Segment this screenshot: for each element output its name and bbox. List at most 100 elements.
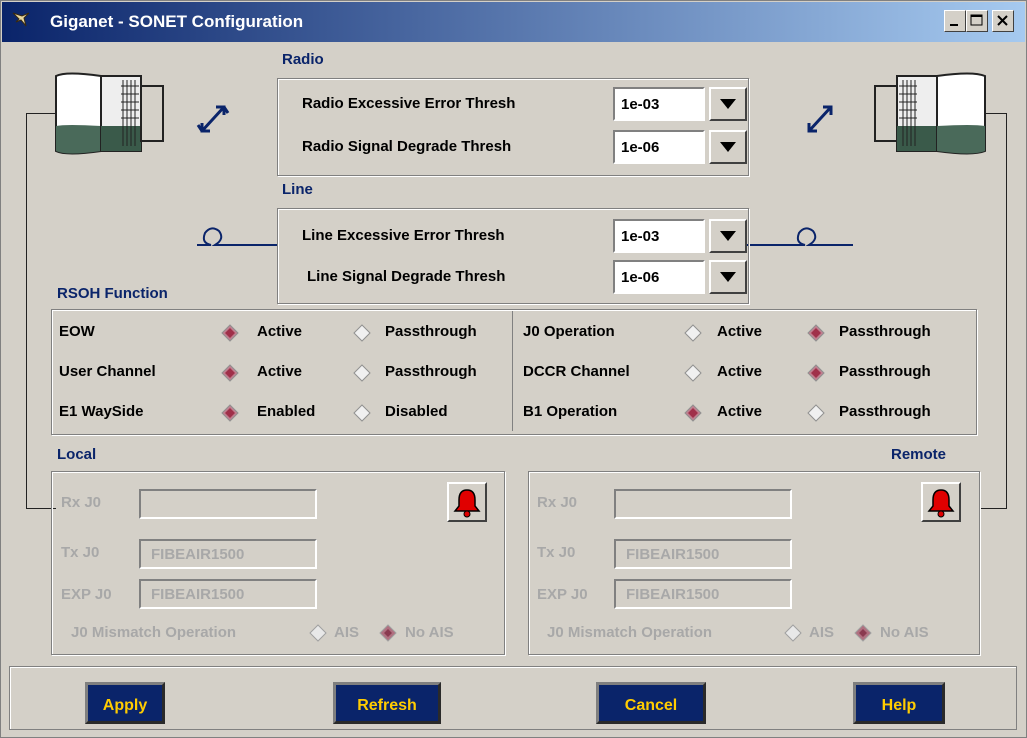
remote-alarm-button[interactable] bbox=[921, 482, 961, 522]
select-value: 1e-03 bbox=[613, 219, 705, 253]
remote-section-title: Remote bbox=[891, 446, 947, 463]
app-icon bbox=[12, 12, 30, 27]
line-excessive-error-label: Line Excessive Error Thresh bbox=[302, 227, 505, 244]
apply-button[interactable]: Apply bbox=[85, 682, 165, 724]
rsoh-option-label: Disabled bbox=[385, 403, 448, 420]
rsoh-option-radio[interactable] bbox=[684, 364, 702, 382]
line-signal-degrade-select[interactable]: 1e-06 bbox=[613, 260, 747, 294]
local-ais-radio[interactable] bbox=[309, 624, 327, 642]
rsoh-option-label: Active bbox=[257, 323, 303, 340]
remote-tx-j0-field[interactable]: FIBEAIR1500 bbox=[614, 539, 792, 569]
remote-exp-j0-field[interactable]: FIBEAIR1500 bbox=[614, 579, 792, 609]
rsoh-option-label: Enabled bbox=[257, 403, 316, 420]
remote-tx-j0-label: Tx J0 bbox=[537, 544, 576, 561]
local-exp-j0-label: EXP J0 bbox=[61, 586, 112, 603]
remote-rx-j0-label: Rx J0 bbox=[537, 494, 578, 511]
rsoh-option-radio[interactable] bbox=[353, 404, 371, 422]
rsoh-row-label: DCCR Channel bbox=[523, 363, 630, 380]
bell-icon bbox=[453, 489, 481, 518]
rsoh-option-radio[interactable] bbox=[221, 404, 239, 422]
rsoh-option-label: Passthrough bbox=[839, 363, 931, 380]
fiber-loop-icon bbox=[745, 227, 853, 246]
chevron-down-icon bbox=[720, 99, 736, 109]
window-title: Giganet - SONET Configuration bbox=[50, 12, 304, 31]
dropdown-button[interactable] bbox=[709, 260, 747, 294]
dropdown-button[interactable] bbox=[709, 219, 747, 253]
rsoh-section-title: RSOH Function bbox=[57, 285, 168, 302]
local-j0-mismatch-label: J0 Mismatch Operation bbox=[71, 624, 237, 641]
local-antenna-icon bbox=[55, 72, 164, 155]
close-icon bbox=[997, 15, 1008, 26]
line-excessive-error-select[interactable]: 1e-03 bbox=[613, 219, 747, 253]
remote-connector-line bbox=[1006, 113, 1007, 509]
window: Giganet - SONET Configuration Radio Radi… bbox=[0, 0, 1027, 738]
maximize-button[interactable] bbox=[966, 10, 988, 32]
local-tx-j0-field[interactable]: FIBEAIR1500 bbox=[139, 539, 317, 569]
radio-section-title: Radio bbox=[282, 51, 324, 68]
chevron-down-icon bbox=[720, 272, 736, 282]
rsoh-option-radio[interactable] bbox=[807, 364, 825, 382]
radio-link-icon bbox=[196, 105, 230, 133]
rsoh-option-radio[interactable] bbox=[684, 404, 702, 422]
select-value: 1e-03 bbox=[613, 87, 705, 121]
remote-ais-radio[interactable] bbox=[784, 624, 802, 642]
remote-no-ais-radio[interactable] bbox=[854, 624, 872, 642]
remote-connector-line bbox=[981, 508, 1007, 509]
chevron-down-icon bbox=[720, 231, 736, 241]
rsoh-option-radio[interactable] bbox=[684, 324, 702, 342]
select-value: 1e-06 bbox=[613, 130, 705, 164]
remote-rx-j0-field[interactable] bbox=[614, 489, 792, 519]
maximize-icon bbox=[970, 14, 983, 26]
title-bar[interactable]: Giganet - SONET Configuration bbox=[2, 2, 1025, 42]
local-section-title: Local bbox=[57, 446, 97, 463]
select-value: 1e-06 bbox=[613, 260, 705, 294]
rsoh-option-radio[interactable] bbox=[807, 324, 825, 342]
local-exp-j0-field[interactable]: FIBEAIR1500 bbox=[139, 579, 317, 609]
local-no-ais-label: No AIS bbox=[405, 624, 454, 641]
remote-ais-label: AIS bbox=[809, 624, 835, 641]
rsoh-option-label: Passthrough bbox=[839, 403, 931, 420]
rsoh-option-radio[interactable] bbox=[221, 324, 239, 342]
rsoh-option-label: Active bbox=[717, 323, 763, 340]
local-connector-line bbox=[26, 113, 27, 509]
rsoh-option-label: Passthrough bbox=[839, 323, 931, 340]
dropdown-button[interactable] bbox=[709, 130, 747, 164]
local-alarm-button[interactable] bbox=[447, 482, 487, 522]
rsoh-option-radio[interactable] bbox=[807, 404, 825, 422]
chevron-down-icon bbox=[720, 142, 736, 152]
radio-signal-degrade-select[interactable]: 1e-06 bbox=[613, 130, 747, 164]
local-rx-j0-label: Rx J0 bbox=[61, 494, 102, 511]
minimize-icon bbox=[950, 24, 958, 26]
fiber-loop-icon bbox=[197, 227, 277, 246]
rsoh-row-label: User Channel bbox=[59, 363, 156, 380]
rsoh-option-radio[interactable] bbox=[221, 364, 239, 382]
rsoh-option-radio[interactable] bbox=[353, 364, 371, 382]
remote-j0-mismatch-label: J0 Mismatch Operation bbox=[547, 624, 713, 641]
refresh-button[interactable]: Refresh bbox=[333, 682, 441, 724]
radio-excessive-error-select[interactable]: 1e-03 bbox=[613, 87, 747, 121]
rsoh-divider bbox=[512, 311, 513, 431]
rsoh-option-label: Active bbox=[717, 363, 763, 380]
dropdown-button[interactable] bbox=[709, 87, 747, 121]
remote-antenna-icon bbox=[874, 72, 986, 155]
rsoh-row-label: E1 WaySide bbox=[59, 403, 144, 420]
rsoh-row-label: B1 Operation bbox=[523, 403, 618, 420]
radio-link-icon bbox=[807, 105, 833, 133]
remote-exp-j0-label: EXP J0 bbox=[537, 586, 588, 603]
remote-no-ais-label: No AIS bbox=[880, 624, 929, 641]
bell-icon bbox=[927, 489, 955, 518]
minimize-button[interactable] bbox=[944, 10, 966, 32]
local-no-ais-radio[interactable] bbox=[379, 624, 397, 642]
rsoh-row-label: J0 Operation bbox=[523, 323, 615, 340]
rsoh-option-label: Passthrough bbox=[385, 323, 477, 340]
help-button[interactable]: Help bbox=[853, 682, 945, 724]
rsoh-option-label: Passthrough bbox=[385, 363, 477, 380]
close-button[interactable] bbox=[992, 10, 1014, 32]
rsoh-row-label: EOW bbox=[59, 323, 95, 340]
rsoh-option-radio[interactable] bbox=[353, 324, 371, 342]
cancel-button[interactable]: Cancel bbox=[596, 682, 706, 724]
local-ais-label: AIS bbox=[334, 624, 360, 641]
rsoh-option-label: Active bbox=[257, 363, 303, 380]
local-rx-j0-field[interactable] bbox=[139, 489, 317, 519]
radio-excessive-error-label: Radio Excessive Error Thresh bbox=[302, 95, 516, 112]
